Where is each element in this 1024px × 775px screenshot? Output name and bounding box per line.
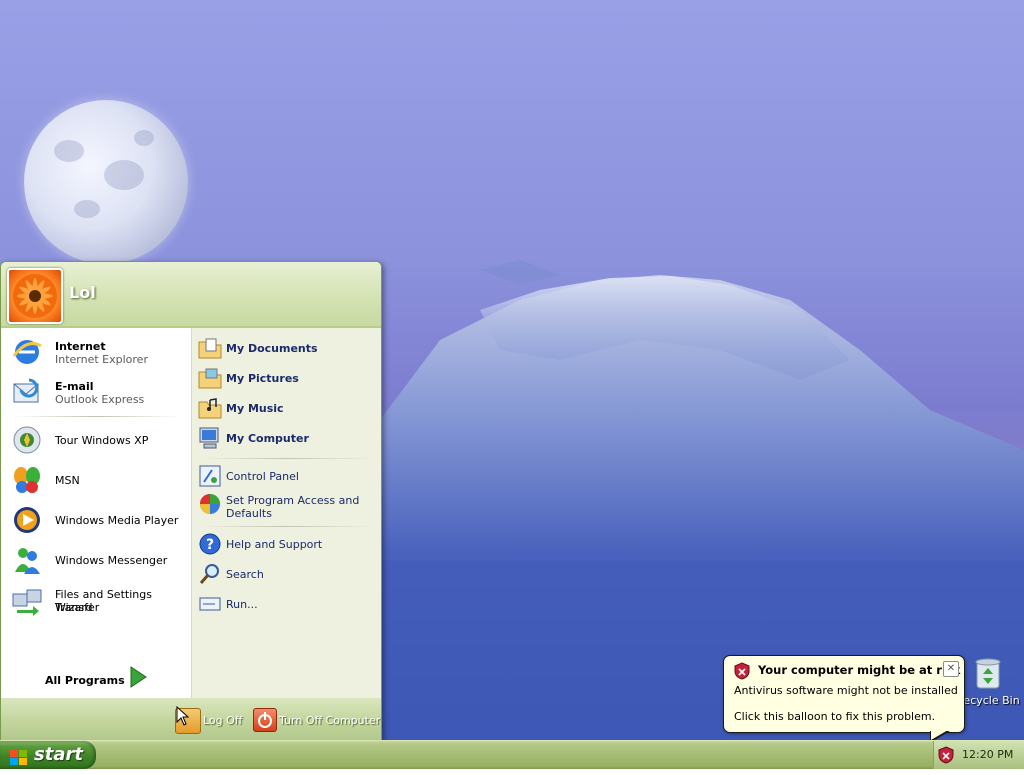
- run-icon: [198, 592, 222, 616]
- pinned-item-subtitle: Internet Explorer: [55, 353, 148, 366]
- pinned-item-subtitle: Outlook Express: [55, 393, 145, 406]
- recent-item-transfer-wizard[interactable]: Files and Settings Transfer Wizard: [11, 584, 187, 618]
- tour-xp-icon: [11, 424, 43, 456]
- power-icon: [253, 708, 277, 732]
- tool-label: Help and Support: [226, 538, 323, 551]
- start-menu-footer: Log Off Turn Off Computer: [1, 698, 381, 740]
- control-panel-icon: [198, 464, 222, 488]
- pinned-item-title: Internet: [55, 340, 106, 353]
- divider: [202, 458, 372, 459]
- balloon-message: Antivirus software might not be installe…: [734, 684, 958, 697]
- tool-search[interactable]: Search: [198, 562, 376, 586]
- recycle-bin-icon: [973, 656, 1003, 690]
- pinned-programs-panel: Internet Internet Explorer E-mail Outloo…: [1, 328, 192, 725]
- setting-label: Control Panel: [226, 470, 299, 483]
- tool-label: Search: [226, 568, 264, 581]
- pinned-item-internet[interactable]: Internet Internet Explorer: [11, 336, 187, 370]
- place-label: My Music: [226, 402, 284, 415]
- search-icon: [198, 562, 222, 586]
- folder-documents-icon: [198, 336, 222, 360]
- divider: [202, 526, 372, 527]
- recent-item-tour-windows[interactable]: Tour Windows XP: [11, 424, 187, 458]
- place-label: My Documents: [226, 342, 318, 355]
- recent-item-label-line2: Wizard: [55, 601, 93, 614]
- svg-text:?: ?: [206, 537, 214, 553]
- recent-item-label: Windows Media Player: [55, 514, 179, 527]
- balloon-action-text: Click this balloon to fix this problem.: [734, 710, 936, 723]
- balloon-tail-fill: [931, 730, 948, 740]
- setting-program-access[interactable]: Set Program Access and Defaults: [198, 492, 376, 522]
- media-player-icon: [11, 504, 43, 536]
- place-label: My Pictures: [226, 372, 299, 385]
- user-avatar[interactable]: [7, 268, 63, 324]
- turn-off-label: Turn Off Computer: [279, 714, 381, 727]
- tool-run[interactable]: Run...: [198, 592, 376, 616]
- busy-cursor-icon: [176, 705, 190, 726]
- security-balloon[interactable]: Your computer might be at risk ✕ Antivir…: [723, 655, 965, 733]
- ie-icon: [11, 336, 43, 368]
- recent-item-messenger[interactable]: Windows Messenger: [11, 544, 187, 578]
- place-label: My Computer: [226, 432, 309, 445]
- turn-off-button[interactable]: Turn Off Computer: [253, 708, 381, 734]
- clock[interactable]: 12:20 PM: [962, 748, 1013, 761]
- recent-item-label: Tour Windows XP: [55, 434, 149, 447]
- setting-control-panel[interactable]: Control Panel: [198, 464, 376, 488]
- tool-label: Run...: [226, 598, 258, 611]
- windows-flag-icon: [10, 747, 28, 765]
- shield-warning-icon: [734, 662, 750, 680]
- outlook-express-icon: [11, 376, 43, 408]
- messenger-icon: [11, 544, 43, 576]
- taskbar: start 12:20 PM: [0, 740, 1024, 769]
- folder-music-icon: [198, 396, 222, 420]
- help-icon: ?: [198, 532, 222, 556]
- log-off-label: Log Off: [203, 714, 243, 727]
- folder-pictures-icon: [198, 366, 222, 390]
- program-access-icon: [198, 492, 222, 516]
- place-my-computer[interactable]: My Computer: [198, 426, 376, 450]
- start-button[interactable]: start: [0, 741, 96, 769]
- balloon-title: Your computer might be at risk: [758, 663, 961, 677]
- recent-item-msn[interactable]: MSN: [11, 464, 187, 498]
- start-label: start: [34, 744, 83, 765]
- tool-help-support[interactable]: ? Help and Support: [198, 532, 376, 556]
- place-my-music[interactable]: My Music: [198, 396, 376, 420]
- places-panel: My Documents My Pictures My Music My Com…: [192, 328, 381, 698]
- pinned-item-email[interactable]: E-mail Outlook Express: [11, 376, 187, 410]
- security-center-tray-icon[interactable]: [938, 746, 954, 764]
- recent-item-label: Windows Messenger: [55, 554, 168, 567]
- my-computer-icon: [198, 426, 222, 450]
- balloon-close-button[interactable]: ✕: [943, 661, 959, 677]
- msn-butterfly-icon: [11, 464, 43, 496]
- start-menu-header: Lol: [1, 262, 381, 328]
- place-my-pictures[interactable]: My Pictures: [198, 366, 376, 390]
- arrow-right-icon: [129, 666, 147, 688]
- user-name: Lol: [69, 283, 96, 302]
- all-programs-button[interactable]: All Programs: [45, 674, 125, 687]
- setting-label-line2: Defaults: [226, 507, 272, 520]
- setting-label: Set Program Access and: [226, 494, 360, 507]
- pinned-item-title: E-mail: [55, 380, 94, 393]
- start-menu: Lol Internet Internet Explorer E-mail Ou…: [0, 261, 382, 741]
- system-tray: 12:20 PM: [933, 741, 1024, 769]
- recent-item-media-player[interactable]: Windows Media Player: [11, 504, 187, 538]
- recent-item-label: MSN: [55, 474, 80, 487]
- transfer-wizard-icon: [11, 584, 43, 616]
- place-my-documents[interactable]: My Documents: [198, 336, 376, 360]
- divider: [11, 416, 181, 417]
